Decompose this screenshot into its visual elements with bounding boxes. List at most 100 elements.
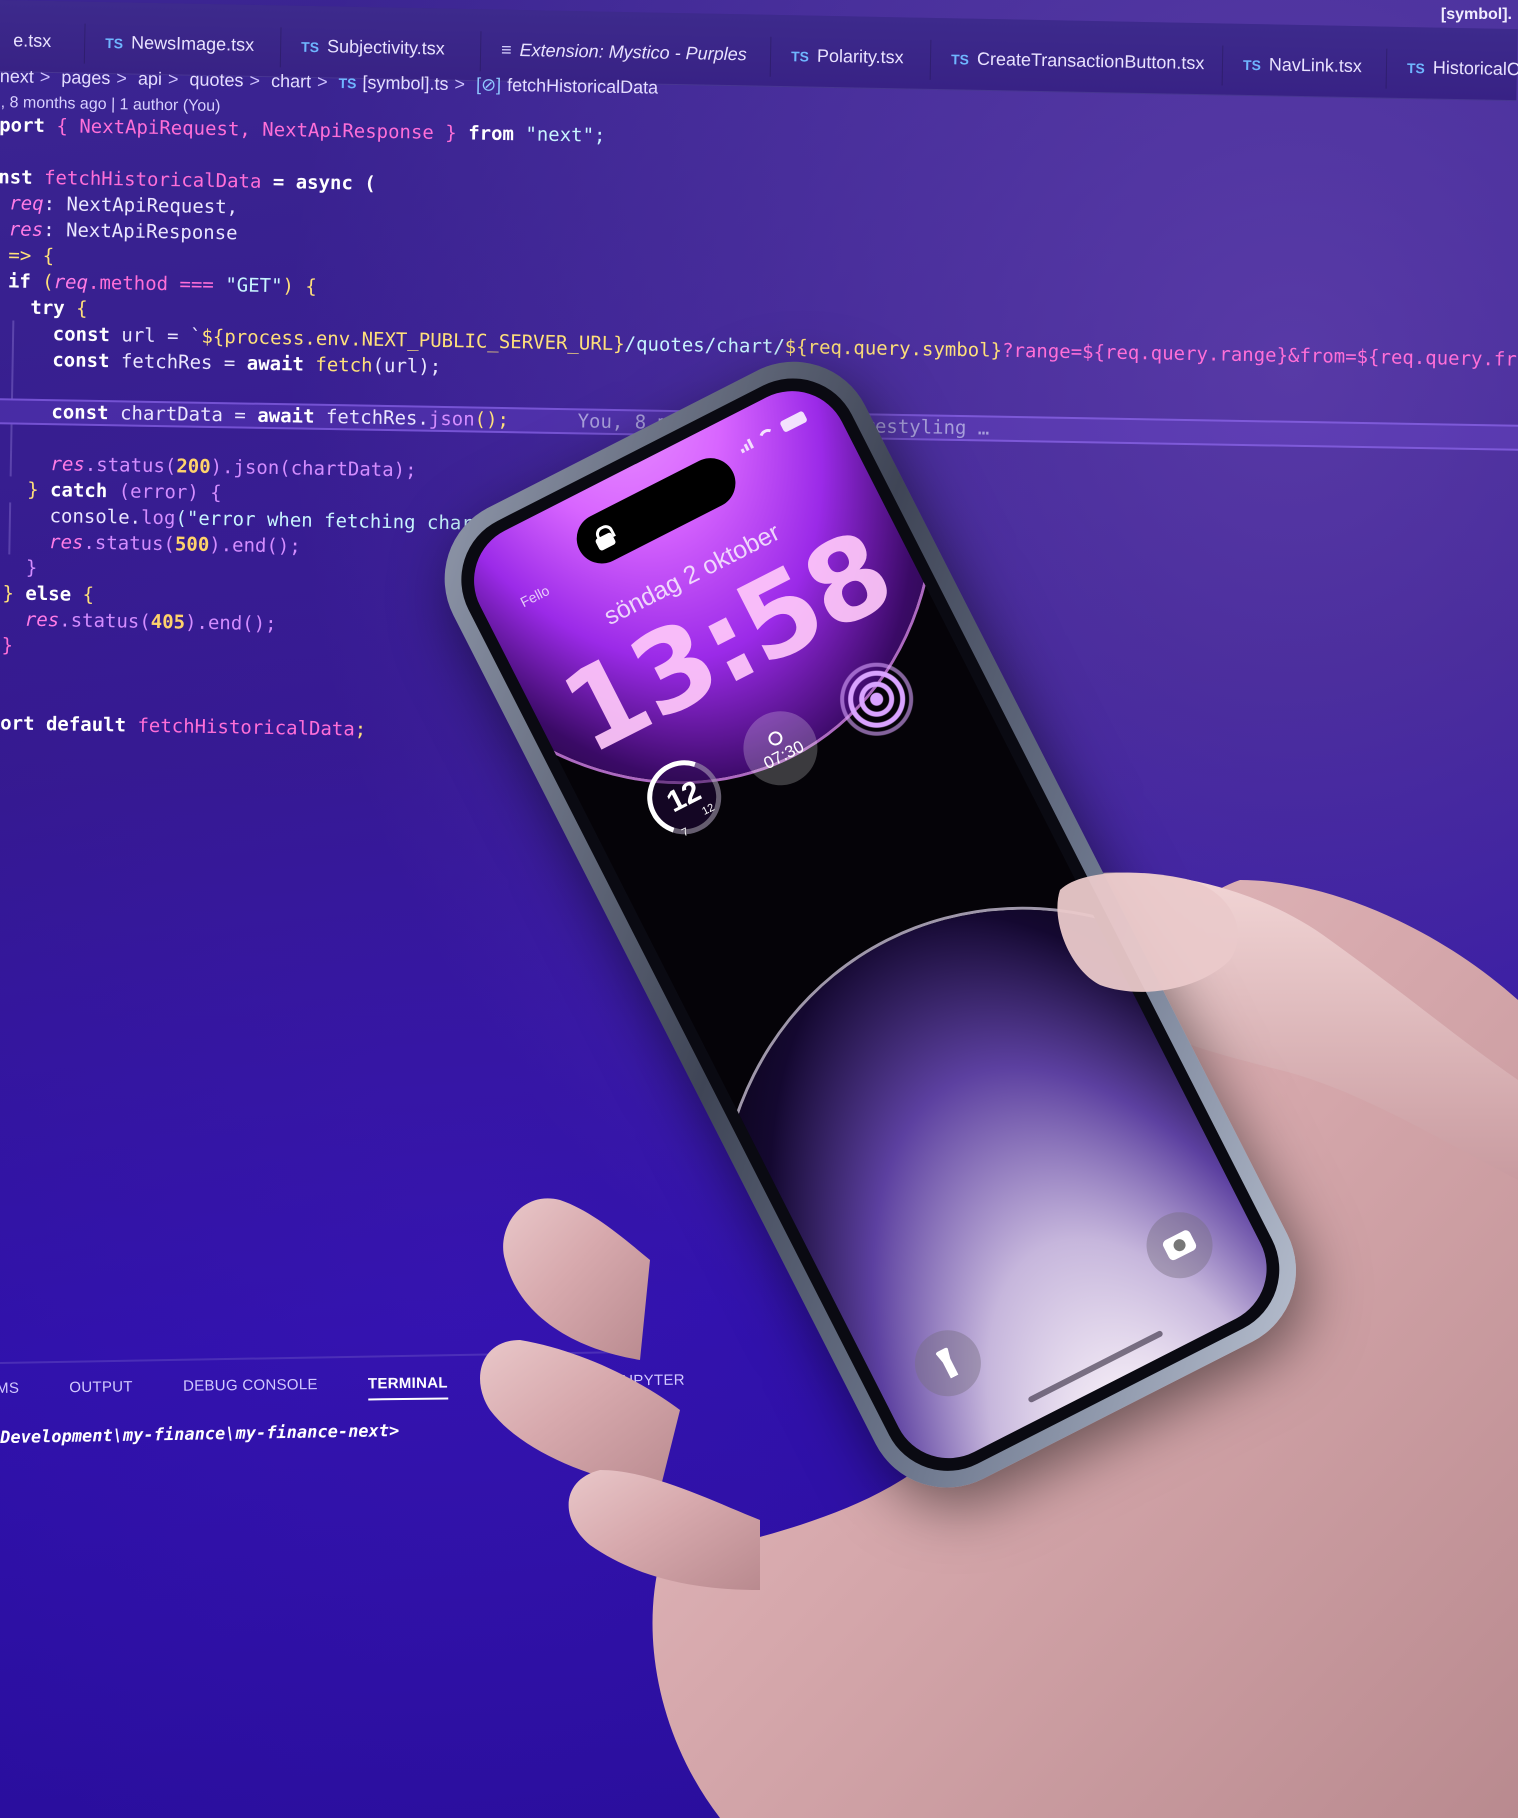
parameter: res: [50, 453, 86, 476]
parameter: req: [53, 271, 89, 294]
parameter: req: [9, 192, 44, 215]
keyword: const: [51, 401, 109, 425]
punctuation: {: [75, 297, 88, 320]
tab-subjectivity[interactable]: TS Subjectivity.tsx: [280, 27, 482, 72]
tab-label: Extension: Mystico - Purples: [519, 39, 747, 65]
chevron-right-icon: >: [39, 66, 51, 87]
string-literal: "next";: [525, 123, 606, 147]
symbol-variable-icon: [⊘]: [475, 74, 502, 95]
type-annotation: : NextApiResponse: [42, 218, 238, 245]
chevron-right-icon: >: [116, 68, 128, 89]
punctuation: }: [26, 478, 39, 501]
tab-polarity[interactable]: TS Polarity.tsx: [770, 36, 932, 80]
tab-jupyter[interactable]: JUPYTER: [614, 1372, 685, 1390]
punctuation: }: [1, 634, 14, 657]
breadcrumb-item[interactable]: api: [138, 69, 162, 89]
keyword: from: [467, 122, 515, 146]
tab-label: e.tsx: [13, 30, 52, 51]
punctuation: ();: [474, 408, 510, 432]
keyword: try: [30, 296, 65, 320]
chevron-right-icon: >: [454, 74, 466, 95]
identifier: url = `: [109, 324, 202, 348]
member-access: .method ===: [87, 271, 226, 297]
template-expression: ${req.query.symbol}: [784, 335, 1003, 362]
keyword: onst: [0, 165, 33, 189]
breadcrumb-item[interactable]: fetchHistoricalData: [507, 75, 658, 98]
punctuation: ;: [354, 718, 367, 741]
identifier: chartData =: [108, 402, 258, 427]
tab-label: Subjectivity.tsx: [326, 36, 445, 59]
punctuation: {: [70, 583, 95, 606]
identifier: fetchRes =: [109, 350, 247, 375]
tab-historicalchart[interactable]: TS HistoricalCl: [1386, 48, 1518, 93]
breadcrumb-item[interactable]: [symbol].ts: [362, 72, 448, 93]
punctuation: (: [30, 270, 54, 294]
identifier: fetchRes.: [314, 405, 430, 430]
function-name: fetchHistoricalData: [125, 714, 355, 741]
tab-problems[interactable]: MS: [0, 1380, 19, 1397]
string-literal: /quotes/chart/: [624, 333, 785, 358]
indent-guide: [9, 450, 13, 477]
tab-gitlens[interactable]: GITLENS: [498, 1373, 564, 1391]
method-call: .status(: [84, 453, 177, 478]
breadcrumb-item[interactable]: pages: [61, 67, 110, 88]
tab-createtransactionbutton[interactable]: TS CreateTransactionButton.tsx: [930, 39, 1224, 86]
number-literal: 500: [174, 533, 210, 556]
method-call: ).end();: [209, 533, 301, 558]
punctuation: => {: [8, 244, 55, 268]
tab-newsimage[interactable]: TS NewsImage.tsx: [84, 23, 282, 68]
tab-label: Polarity.tsx: [816, 45, 904, 68]
tab-e-tsx[interactable]: e.tsx: [0, 21, 86, 64]
tab-debug-console[interactable]: DEBUG CONSOLE: [183, 1376, 318, 1395]
tab-output[interactable]: OUTPUT: [69, 1378, 133, 1396]
typescript-icon: TS: [790, 48, 810, 65]
window-title: [symbol].: [1440, 6, 1512, 23]
parameter: res: [8, 218, 44, 241]
indent-guide: [8, 502, 12, 529]
panel-tab-bar: MS OUTPUT DEBUG CONSOLE TERMINAL GITLENS…: [0, 1371, 731, 1401]
punctuation: }: [2, 582, 26, 605]
indent-guide: [10, 424, 13, 451]
lock-icon: [591, 524, 617, 552]
typescript-icon: TS: [301, 38, 320, 56]
identifier: console.: [49, 505, 142, 529]
breadcrumb-item[interactable]: chart: [271, 71, 311, 92]
identifier: (error) {: [107, 480, 222, 505]
keyword: const: [52, 323, 111, 347]
number-literal: 200: [176, 455, 211, 478]
tab-navlink[interactable]: TS NavLink.tsx: [1222, 45, 1388, 89]
string-literal: "GET": [225, 274, 283, 298]
parameter: res: [48, 531, 84, 554]
tab-terminal[interactable]: TERMINAL: [367, 1374, 449, 1401]
terminal-prompt[interactable]: Development\my-finance\my-finance-next>: [0, 1421, 399, 1448]
tab-label: NavLink.tsx: [1268, 54, 1363, 77]
indent-guide: [11, 346, 14, 373]
extension-preview-icon: ≡: [500, 39, 512, 60]
method-call: ).json(chartData);: [210, 455, 417, 482]
method-call: .status(: [59, 609, 151, 633]
keyword: = async (: [272, 170, 376, 195]
method-call: ).end();: [184, 611, 277, 636]
keyword: const: [52, 349, 110, 373]
punctuation: ) {: [282, 275, 318, 298]
typescript-icon: TS: [338, 75, 357, 92]
keyword: await: [257, 404, 315, 428]
function-name: fetchHistoricalData: [43, 166, 262, 193]
typescript-icon: TS: [1406, 60, 1425, 77]
keyword: xport default: [0, 711, 127, 737]
breadcrumb-item[interactable]: quotes: [189, 69, 243, 90]
breadcrumb-item[interactable]: -next: [0, 66, 34, 87]
indent-guide: [8, 528, 11, 555]
indent-guide: [11, 320, 15, 347]
keyword: mport: [0, 113, 46, 137]
chevron-right-icon: >: [167, 69, 179, 90]
arguments: (url);: [372, 354, 442, 378]
tab-extension-mystico[interactable]: ≡ Extension: Mystico - Purples: [480, 31, 772, 77]
keyword: else: [25, 582, 72, 606]
panel-divider: [0, 1350, 640, 1364]
typescript-icon: TS: [1242, 56, 1262, 74]
tab-label: HistoricalCl: [1432, 57, 1518, 80]
parameter: res: [24, 608, 60, 632]
type-annotation: : NextApiRequest,: [43, 192, 239, 219]
typescript-icon: TS: [105, 35, 124, 52]
